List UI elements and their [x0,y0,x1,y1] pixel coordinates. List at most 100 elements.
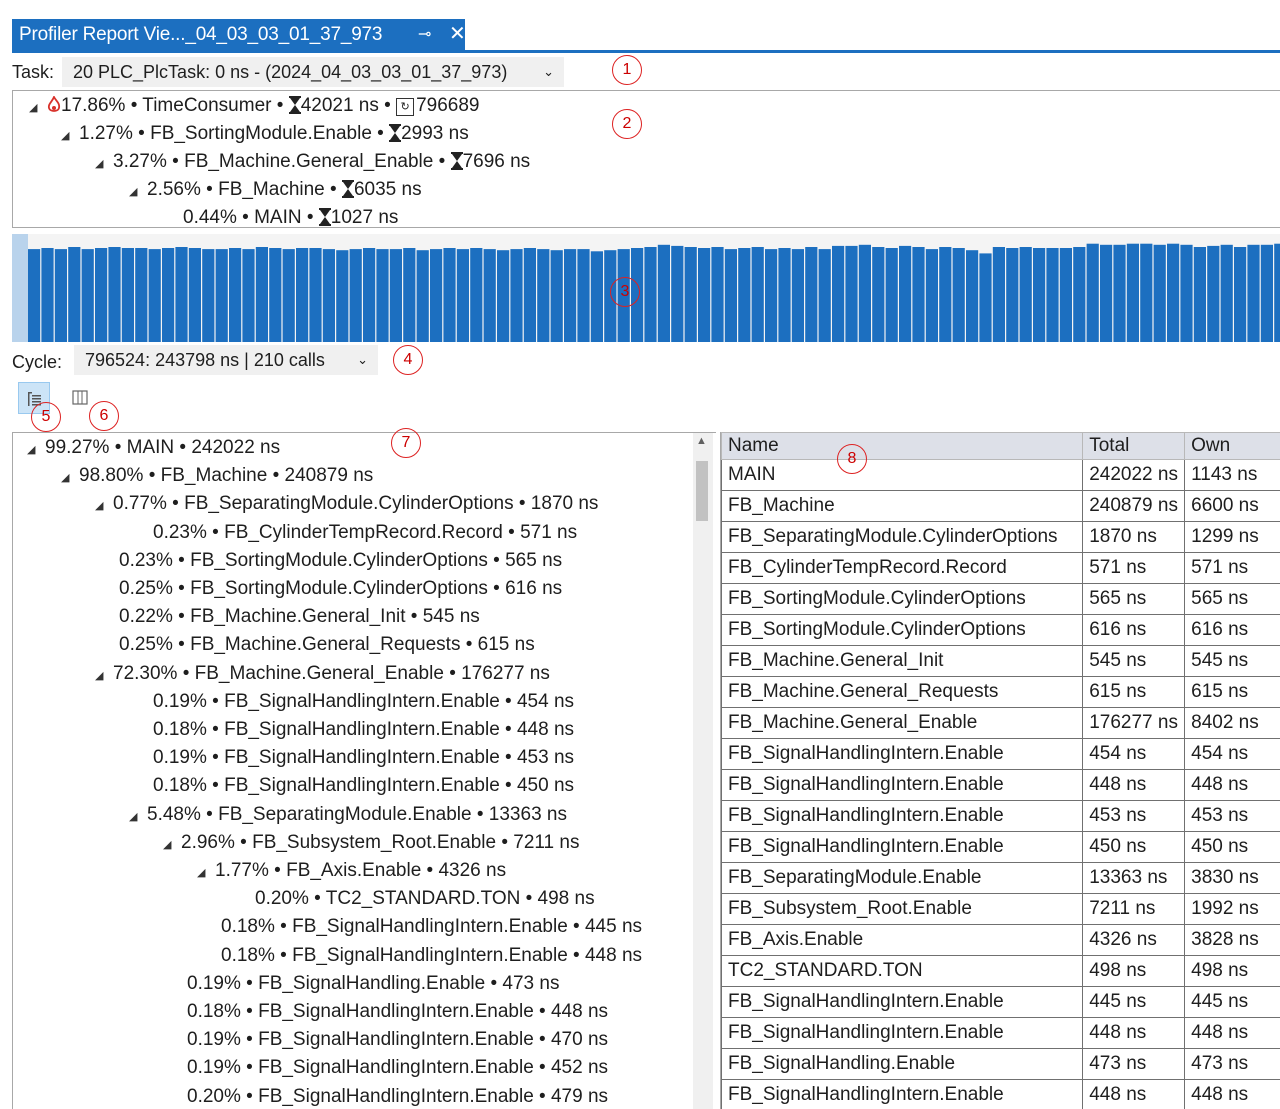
cycle-bar-chart-svg[interactable] [12,234,1280,342]
cycle-bar[interactable] [510,249,523,342]
cycle-bar[interactable] [1006,248,1019,342]
cycle-bar[interactable] [1126,243,1139,342]
cycle-bar[interactable] [832,245,845,342]
cycle-bar[interactable] [845,245,858,342]
hot-path-tree[interactable]: ◢ 17.86% • TimeConsumer • 42021 ns • ↻ 796… [12,90,1280,228]
cycle-bar[interactable] [95,248,108,342]
cycle-bar[interactable] [885,248,898,342]
cycle-bar[interactable] [952,248,965,342]
hot-path-node[interactable]: ◢ 17.86% • TimeConsumer • 42021 ns • ↻ 796… [29,92,480,120]
cycle-bar[interactable] [28,249,41,342]
table-row[interactable]: FB_SignalHandling.Enable 473 ns 473 ns [721,1048,1280,1080]
tree-node[interactable]: 0.19% • FB_SignalHandling.Enable • 473 n… [187,970,559,998]
tree-node[interactable]: 0.19% • FB_SignalHandlingIntern.Enable •… [153,688,574,716]
cycle-bar[interactable] [765,249,778,342]
tree-node[interactable]: 0.23% • FB_SortingModule.CylinderOptions… [119,547,562,575]
cycle-bar[interactable] [108,247,121,342]
expand-triangle-icon[interactable]: ◢ [95,492,113,520]
cycle-bar[interactable] [1033,248,1046,342]
column-header-own[interactable]: Own [1184,432,1280,460]
expand-triangle-icon[interactable]: ◢ [129,178,147,206]
expand-triangle-icon[interactable]: ◢ [95,150,113,178]
tree-node[interactable]: 0.18% • FB_SignalHandlingIntern.Enable •… [187,998,608,1026]
cycle-bar[interactable] [309,248,322,342]
cycle-bar[interactable] [81,249,94,342]
cycle-bar[interactable] [403,248,416,342]
cycle-bar[interactable] [296,248,309,342]
profiler-report-tab[interactable]: Profiler Report Vie..._04_03_03_01_37_97… [12,19,466,50]
cycle-bar[interactable] [416,250,429,342]
table-row[interactable]: FB_SignalHandlingIntern.Enable 448 ns 448 … [721,769,1280,801]
cycle-bar[interactable] [1086,243,1099,342]
cycle-bar[interactable] [1073,247,1086,342]
cycle-bar[interactable] [41,248,54,342]
cycle-bar[interactable] [644,247,657,342]
expand-triangle-icon[interactable]: ◢ [163,831,181,859]
cycle-bar[interactable] [992,247,1005,342]
cycle-bar[interactable] [698,248,711,342]
table-row[interactable]: FB_Machine.General_Enable 176277 ns 8402 n… [721,707,1280,739]
table-row[interactable]: FB_Axis.Enable 4326 ns 3828 ns [721,924,1280,956]
table-row[interactable]: FB_SignalHandlingIntern.Enable 445 ns 445 … [721,986,1280,1018]
cycle-bar[interactable] [1247,244,1260,342]
tree-node[interactable]: 0.20% • FB_SignalHandlingIntern.Enable •… [187,1083,608,1109]
cycle-bar[interactable] [443,248,456,342]
tree-node[interactable]: ◢ 99.27% • MAIN • 242022 ns [27,434,280,462]
column-header-name[interactable]: Name [721,432,1084,460]
cycle-bar[interactable] [162,248,175,342]
cycle-bar[interactable] [456,249,469,342]
expand-triangle-icon[interactable]: ◢ [29,94,47,122]
cycle-bar[interactable] [966,250,979,342]
cycle-bar[interactable] [912,247,925,342]
cycle-bar[interactable] [363,248,376,342]
cycle-bar[interactable] [1234,247,1247,342]
table-row[interactable]: FB_SortingModule.CylinderOptions 565 ns 56… [721,583,1280,615]
tree-scrollbar[interactable]: ▲ [693,433,713,1109]
cycle-bar[interactable] [215,249,228,342]
hot-path-node[interactable]: ◢ 2.56% • FB_Machine • 6035 ns [129,176,422,204]
cycle-bar[interactable] [1019,247,1032,342]
cycle-bar[interactable] [791,249,804,342]
table-row[interactable]: TC2_STANDARD.TON 498 ns 498 ns [721,955,1280,987]
cycle-bar[interactable] [899,245,912,342]
cycle-bar[interactable] [1140,243,1153,342]
tree-node[interactable]: 0.22% • FB_Machine.General_Init • 545 ns [119,603,480,631]
scrollbar-thumb[interactable] [696,461,708,521]
table-row[interactable]: FB_SortingModule.CylinderOptions 616 ns 61… [721,614,1280,646]
cycle-bar[interactable] [497,250,510,342]
cycle-bar[interactable] [1059,248,1072,342]
tree-node[interactable]: 0.23% • FB_CylinderTempRecord.Record • 5… [153,519,577,547]
table-row[interactable]: FB_SignalHandlingIntern.Enable 450 ns 450 … [721,831,1280,863]
cycle-bar[interactable] [1207,245,1220,342]
cycle-bar[interactable] [1180,244,1193,342]
table-row[interactable]: FB_Machine.General_Requests 615 ns 615 ns [721,676,1280,708]
cycle-bar[interactable] [470,248,483,342]
call-tree[interactable]: ◢ 99.27% • MAIN • 242022 ns ◢ 98.80% • FB_M… [12,432,716,1109]
table-row[interactable]: FB_Subsystem_Root.Enable 7211 ns 1992 ns [721,893,1280,925]
tree-node[interactable]: ◢ 98.80% • FB_Machine • 240879 ns [61,462,373,490]
cycle-bar[interactable] [121,248,134,342]
cycle-bar[interactable] [778,248,791,342]
cycle-bar[interactable] [175,247,188,342]
cycle-bar[interactable] [577,249,590,342]
hot-path-node[interactable]: ◢ 3.27% • FB_Machine.General_Enable • 769… [95,148,530,176]
cycle-bar[interactable] [671,245,684,342]
table-row[interactable]: FB_SeparatingModule.CylinderOptions 1870 … [721,521,1280,553]
cycle-bar[interactable] [202,249,215,342]
tree-node[interactable]: ◢ 72.30% • FB_Machine.General_Enable • 17… [95,660,550,688]
cycle-bar[interactable] [858,244,871,342]
cycle-bar[interactable] [657,244,670,342]
cycle-bar[interactable] [711,247,724,342]
table-row[interactable]: FB_SignalHandlingIntern.Enable 454 ns 454 … [721,738,1280,770]
cycle-bar-chart[interactable] [12,234,1280,342]
cycle-bar[interactable] [1220,244,1233,342]
cycle-bar[interactable] [925,249,938,342]
cycle-bar[interactable] [738,248,751,342]
cycle-bar[interactable] [229,248,242,342]
table-row[interactable]: FB_CylinderTempRecord.Record 571 ns 571 ns [721,552,1280,584]
table-row[interactable]: FB_SignalHandlingIntern.Enable 448 ns 448 … [721,1079,1280,1109]
cycle-bar[interactable] [389,249,402,342]
expand-triangle-icon[interactable]: ◢ [197,859,215,887]
cycle-bar[interactable] [349,249,362,342]
table-row[interactable]: MAIN 242022 ns 1143 ns [721,459,1280,491]
